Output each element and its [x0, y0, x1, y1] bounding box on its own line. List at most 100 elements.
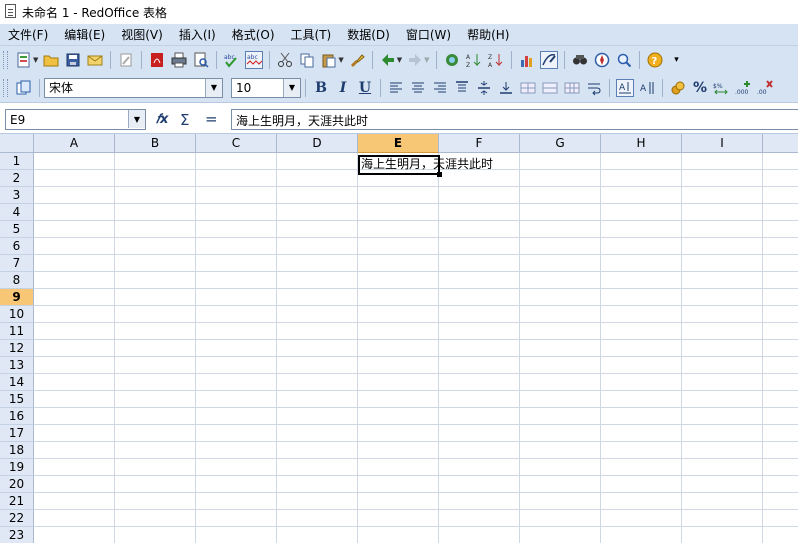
row-header-21[interactable]: 21: [0, 493, 34, 510]
row-header-5[interactable]: 5: [0, 221, 34, 238]
row-header-3[interactable]: 3: [0, 187, 34, 204]
menu-window[interactable]: 窗口(W): [398, 26, 459, 43]
select-all-corner[interactable]: [0, 134, 34, 153]
hyperlink-icon[interactable]: [443, 51, 461, 69]
cell-e9[interactable]: 海上生明月，天涯共此时: [361, 156, 493, 173]
open-folder-icon[interactable]: [42, 51, 60, 69]
spellcheck-icon[interactable]: abc: [223, 51, 241, 69]
name-box[interactable]: E9 ▼: [5, 109, 146, 130]
add-decimal-place-icon[interactable]: .000: [735, 79, 753, 97]
row-header-9[interactable]: 9: [0, 289, 34, 306]
column-header-d[interactable]: D: [277, 134, 358, 153]
row-header-20[interactable]: 20: [0, 476, 34, 493]
percent-format-button[interactable]: %: [691, 79, 709, 97]
export-pdf-icon[interactable]: [148, 51, 166, 69]
new-dropdown-arrow-icon[interactable]: ▼: [33, 56, 38, 64]
chevron-down-icon[interactable]: ▼: [128, 110, 145, 128]
styles-formatting-icon[interactable]: [15, 79, 33, 97]
column-header-a[interactable]: A: [34, 134, 115, 153]
row-header-16[interactable]: 16: [0, 408, 34, 425]
row-header-19[interactable]: 19: [0, 459, 34, 476]
currency-format-icon[interactable]: [669, 79, 687, 97]
align-middle-icon[interactable]: [475, 79, 493, 97]
edit-file-icon[interactable]: [117, 51, 135, 69]
menu-data[interactable]: 数据(D): [339, 26, 398, 43]
menu-view[interactable]: 视图(V): [113, 26, 171, 43]
sum-icon[interactable]: Σ: [180, 111, 189, 129]
merge-cells-icon[interactable]: [519, 79, 537, 97]
wrap-text-icon[interactable]: [585, 79, 603, 97]
spreadsheet-grid[interactable]: A B C D E F G H I 1 2 3 4 5 6 7 8 9 10 11 12 13 14 15 16 17 18 19 20…: [0, 134, 798, 543]
align-center-icon[interactable]: [409, 79, 427, 97]
function-equals-icon[interactable]: =: [205, 110, 218, 128]
redo-icon[interactable]: [406, 51, 424, 69]
row-header-12[interactable]: 12: [0, 340, 34, 357]
undo-icon[interactable]: [379, 51, 397, 69]
row-header-7[interactable]: 7: [0, 255, 34, 272]
chevron-down-icon[interactable]: ▼: [205, 78, 222, 97]
column-header-h[interactable]: H: [601, 134, 682, 153]
column-header-i[interactable]: I: [682, 134, 763, 153]
font-size-combo[interactable]: 10 ▼: [231, 77, 301, 98]
function-wizard-icon[interactable]: 𝑓x: [156, 112, 168, 127]
new-document-icon[interactable]: [15, 51, 33, 69]
text-direction-horizontal-icon[interactable]: A: [616, 78, 634, 97]
copy-icon[interactable]: [298, 51, 316, 69]
delete-decimal-place-icon[interactable]: .00: [757, 79, 775, 97]
zoom-icon[interactable]: [615, 51, 633, 69]
paste-icon[interactable]: [320, 51, 338, 69]
align-right-icon[interactable]: [431, 79, 449, 97]
row-header-4[interactable]: 4: [0, 204, 34, 221]
help-icon[interactable]: ?: [646, 51, 664, 69]
row-header-17[interactable]: 17: [0, 425, 34, 442]
menu-tools[interactable]: 工具(T): [283, 26, 340, 43]
row-header-14[interactable]: 14: [0, 374, 34, 391]
row-header-8[interactable]: 8: [0, 272, 34, 289]
text-direction-vertical-icon[interactable]: A: [638, 79, 656, 97]
save-icon[interactable]: [64, 51, 82, 69]
menu-format[interactable]: 格式(O): [224, 26, 283, 43]
row-header-6[interactable]: 6: [0, 238, 34, 255]
email-icon[interactable]: [86, 51, 104, 69]
find-replace-icon[interactable]: [571, 51, 589, 69]
undo-dropdown-arrow-icon[interactable]: ▼: [397, 56, 402, 64]
sort-descending-icon[interactable]: ZA: [487, 51, 505, 69]
menu-insert[interactable]: 插入(I): [171, 26, 224, 43]
print-icon[interactable]: [170, 51, 188, 69]
standard-number-format-icon[interactable]: $%: [713, 79, 731, 97]
borders-icon[interactable]: [541, 79, 559, 97]
row-header-18[interactable]: 18: [0, 442, 34, 459]
navigator-icon[interactable]: [593, 51, 611, 69]
toolbar-grip[interactable]: [3, 50, 8, 69]
column-header-f[interactable]: F: [439, 134, 520, 153]
print-preview-icon[interactable]: [192, 51, 210, 69]
row-header-11[interactable]: 11: [0, 323, 34, 340]
column-header-e[interactable]: E: [358, 134, 439, 153]
align-left-icon[interactable]: [387, 79, 405, 97]
row-header-13[interactable]: 13: [0, 357, 34, 374]
row-header-2[interactable]: 2: [0, 170, 34, 187]
row-header-15[interactable]: 15: [0, 391, 34, 408]
paste-dropdown-arrow-icon[interactable]: ▼: [338, 56, 343, 64]
italic-button[interactable]: I: [334, 79, 352, 97]
menu-help[interactable]: 帮助(H): [459, 26, 517, 43]
show-draw-functions-icon[interactable]: [539, 50, 558, 69]
font-name-combo[interactable]: 宋体 ▼: [44, 77, 223, 98]
grid-cells-icon[interactable]: [563, 79, 581, 97]
row-header-23[interactable]: 23: [0, 527, 34, 543]
bold-button[interactable]: B: [312, 79, 330, 97]
row-header-22[interactable]: 22: [0, 510, 34, 527]
insert-chart-icon[interactable]: [518, 51, 536, 69]
align-top-icon[interactable]: [453, 79, 471, 97]
sort-ascending-icon[interactable]: AZ: [465, 51, 483, 69]
row-header-1[interactable]: 1: [0, 153, 34, 170]
redo-dropdown-arrow-icon[interactable]: ▼: [424, 56, 429, 64]
toolbar-grip[interactable]: [3, 78, 8, 97]
chevron-down-icon[interactable]: ▼: [283, 78, 300, 97]
column-header-c[interactable]: C: [196, 134, 277, 153]
auto-spellcheck-icon[interactable]: abc: [245, 50, 264, 69]
underline-button[interactable]: U: [356, 79, 374, 97]
menu-file[interactable]: 文件(F): [0, 26, 56, 43]
cut-icon[interactable]: [276, 51, 294, 69]
column-header-g[interactable]: G: [520, 134, 601, 153]
